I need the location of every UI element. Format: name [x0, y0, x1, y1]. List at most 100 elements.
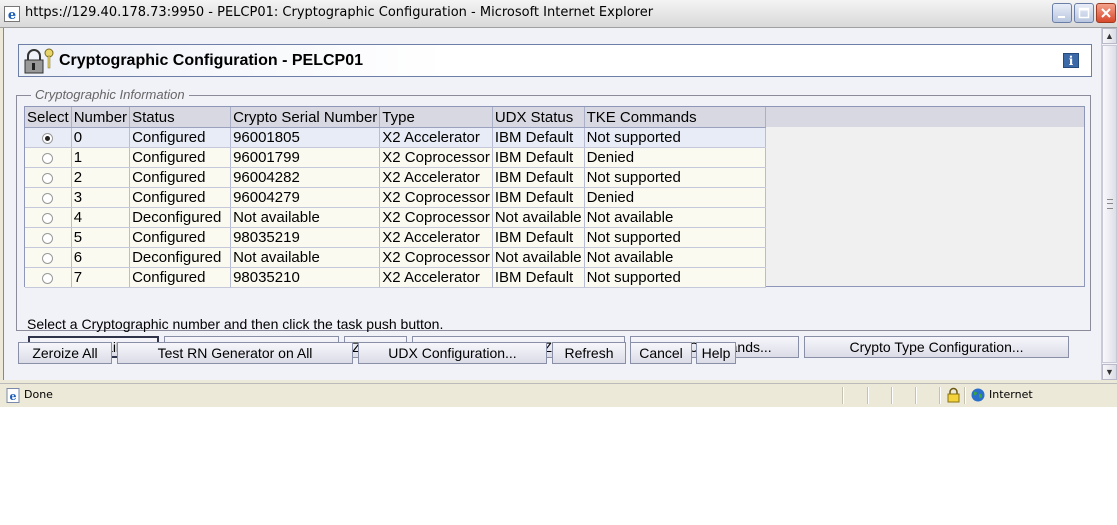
zeroize-all-button[interactable]: Zeroize All [18, 342, 112, 364]
group-legend: Cryptographic Information [31, 87, 189, 102]
status-cell: Configured [129, 127, 232, 148]
number-cell: 0 [71, 127, 131, 148]
row-select-radio[interactable] [42, 152, 54, 164]
row-select-radio[interactable] [42, 192, 54, 204]
udx-configuration-button[interactable]: UDX Configuration... [358, 342, 547, 364]
type-cell: X2 Accelerator [379, 267, 493, 288]
info-icon[interactable]: i [1063, 53, 1079, 68]
maximize-button[interactable] [1074, 3, 1094, 23]
status-text: Done [24, 388, 53, 401]
test-rn-generator-on-all-button[interactable]: Test RN Generator on All [117, 342, 353, 364]
scroll-up-button[interactable]: ▲ [1102, 28, 1117, 44]
table-row[interactable]: 7 Configured 98035210 X2 Accelerator IBM Def… [25, 267, 766, 288]
row-select-radio[interactable] [42, 212, 54, 224]
table-row[interactable]: 0 Configured 96001805 X2 Accelerator IBM Def… [25, 127, 766, 148]
minimize-button[interactable] [1052, 3, 1072, 23]
column-header-type[interactable]: Type [379, 107, 493, 128]
number-cell: 2 [71, 167, 131, 188]
tke-commands-cell: Not supported [584, 227, 766, 248]
column-header-udx-status[interactable]: UDX Status [492, 107, 585, 128]
udx-status-cell: IBM Default [492, 187, 585, 208]
udx-status-cell: IBM Default [492, 147, 585, 168]
select-cell [25, 147, 72, 168]
crypto-type-configuration-button[interactable]: Crypto Type Configuration... [804, 336, 1069, 358]
page-header: Cryptographic Configuration - PELCP01 i [18, 44, 1092, 77]
select-cell [25, 167, 72, 188]
status-bar: e Done Internet [0, 383, 1117, 407]
browser-window: e https://129.40.178.73:9950 - PELCP01: … [0, 0, 1117, 407]
table-row[interactable]: 3 Configured 96004279 X2 Coprocessor IBM Def… [25, 187, 766, 208]
security-zone-label: Internet [989, 388, 1033, 401]
status-separator [842, 387, 844, 404]
udx-status-cell: IBM Default [492, 267, 585, 288]
udx-status-cell: Not available [492, 207, 585, 228]
table-row[interactable]: 4 Deconfigured Not available X2 Coprocessor… [25, 207, 766, 228]
table-row[interactable]: 1 Configured 96001799 X2 Coprocessor IBM Def… [25, 147, 766, 168]
title-bar: e https://129.40.178.73:9950 - PELCP01: … [0, 0, 1117, 28]
row-select-radio[interactable] [42, 172, 54, 184]
type-cell: X2 Accelerator [379, 127, 493, 148]
status-cell: Deconfigured [129, 247, 232, 268]
column-header-tke-commands[interactable]: TKE Commands [584, 107, 766, 128]
type-cell: X2 Accelerator [379, 167, 493, 188]
tke-commands-cell: Not supported [584, 127, 766, 148]
status-cell: Configured [129, 267, 232, 288]
scroll-down-button[interactable]: ▼ [1102, 364, 1117, 380]
serial-number-cell: 96001799 [230, 147, 381, 168]
table-row[interactable]: 5 Configured 98035219 X2 Accelerator IBM Def… [25, 227, 766, 248]
column-header-number[interactable]: Number [71, 107, 131, 128]
serial-number-cell: Not available [230, 207, 381, 228]
select-cell [25, 227, 72, 248]
tke-commands-cell: Not available [584, 207, 766, 228]
crypto-table: Select Number Status Crypto Serial Numbe… [25, 107, 766, 288]
status-separator [939, 387, 941, 404]
number-cell: 5 [71, 227, 131, 248]
serial-number-cell: 96004279 [230, 187, 381, 208]
column-header-select[interactable]: Select [25, 107, 72, 128]
type-cell: X2 Coprocessor [379, 207, 493, 228]
serial-number-cell: 96001805 [230, 127, 381, 148]
status-separator [891, 387, 893, 404]
status-cell: Configured [129, 167, 232, 188]
udx-status-cell: IBM Default [492, 127, 585, 148]
status-cell: Configured [129, 187, 232, 208]
status-separator [915, 387, 917, 404]
close-button[interactable] [1096, 3, 1116, 23]
column-header-status[interactable]: Status [129, 107, 232, 128]
scrollbar-thumb[interactable] [1102, 45, 1117, 363]
table-row[interactable]: 6 Deconfigured Not available X2 Coprocessor… [25, 247, 766, 268]
number-cell: 7 [71, 267, 131, 288]
row-select-radio[interactable] [42, 232, 54, 244]
row-select-radio[interactable] [42, 132, 54, 144]
grip-icon [1107, 199, 1113, 209]
type-cell: X2 Coprocessor [379, 187, 493, 208]
status-separator [867, 387, 869, 404]
status-separator [964, 387, 966, 404]
select-cell [25, 127, 72, 148]
column-header-serial[interactable]: Crypto Serial Number [230, 107, 381, 128]
instruction-text: Select a Cryptographic number and then c… [27, 316, 444, 332]
select-cell [25, 247, 72, 268]
chevron-down-icon: ▼ [1105, 367, 1114, 377]
tke-commands-cell: Not available [584, 247, 766, 268]
help-button[interactable]: Help [696, 342, 736, 364]
status-cell: Deconfigured [129, 207, 232, 228]
page-content: Cryptographic Configuration - PELCP01 i … [3, 28, 1102, 380]
tke-commands-cell: Denied [584, 187, 766, 208]
select-cell [25, 207, 72, 228]
vertical-scrollbar[interactable]: ▲ ▼ [1101, 28, 1117, 380]
cancel-button[interactable]: Cancel [630, 342, 692, 364]
status-cell: Configured [129, 147, 232, 168]
page-done-icon: e [6, 388, 20, 403]
number-cell: 4 [71, 207, 131, 228]
type-cell: X2 Coprocessor [379, 147, 493, 168]
table-row[interactable]: 2 Configured 96004282 X2 Accelerator IBM Def… [25, 167, 766, 188]
row-select-radio[interactable] [42, 272, 54, 284]
select-cell [25, 267, 72, 288]
status-cell: Configured [129, 227, 232, 248]
row-select-radio[interactable] [42, 252, 54, 264]
internet-explorer-icon: e [4, 6, 20, 22]
tke-commands-cell: Not supported [584, 167, 766, 188]
refresh-button[interactable]: Refresh [552, 342, 626, 364]
select-cell [25, 187, 72, 208]
